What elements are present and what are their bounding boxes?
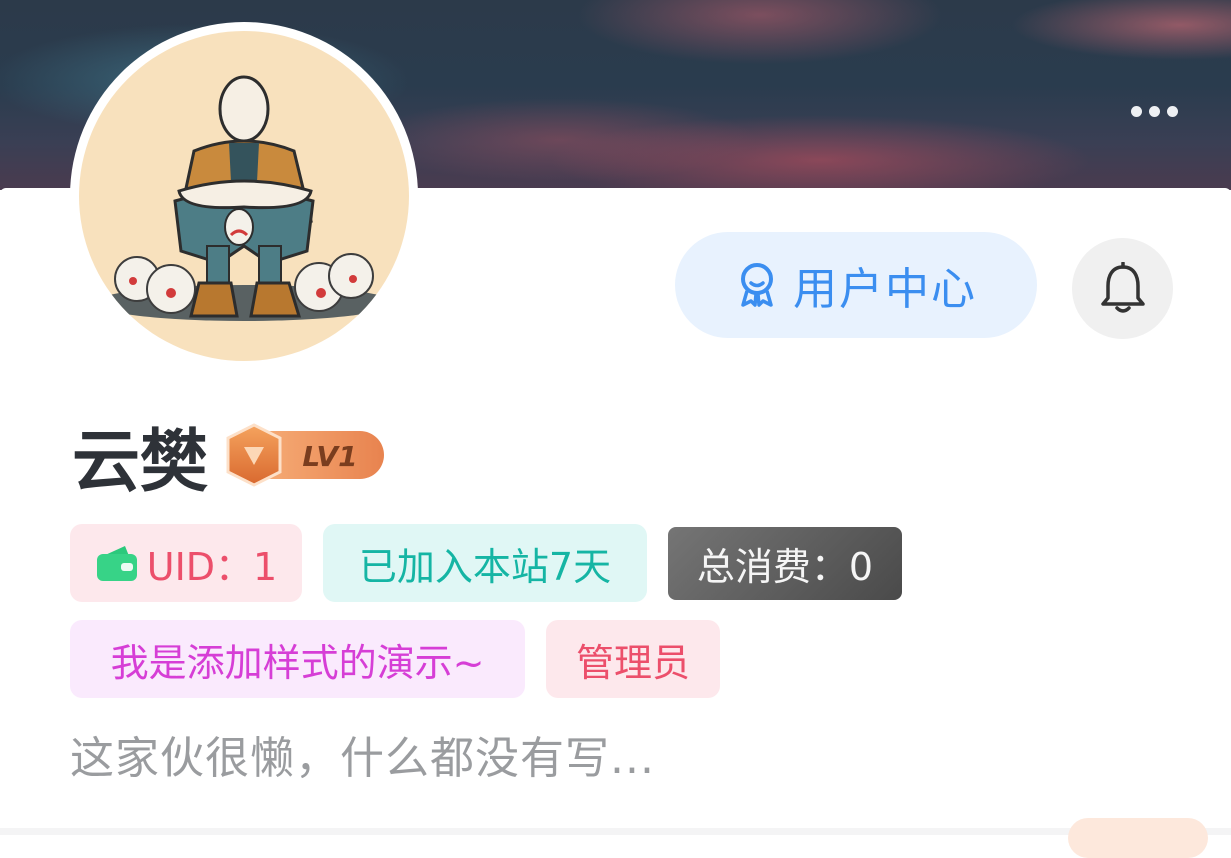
uid-text: UID：1 [146, 544, 278, 589]
avatar-illustration [79, 31, 409, 361]
level-badge: LV1 [226, 423, 385, 487]
uid-tag: UID：1 [70, 524, 302, 602]
user-center-label: 用户中心 [793, 264, 977, 315]
user-bio: 这家伙很懒，什么都没有写... [70, 733, 655, 784]
bell-icon [1100, 261, 1145, 313]
notification-button[interactable] [1072, 238, 1173, 339]
section-divider [0, 828, 1231, 835]
more-menu-button[interactable] [1118, 96, 1190, 126]
bottom-chip[interactable] [1068, 818, 1208, 858]
admin-role-tag: 管理员 [546, 620, 720, 698]
total-spend-tag: 总消费：0 [668, 527, 902, 600]
avatar[interactable] [70, 22, 418, 370]
name-row: 云樊 LV1 [72, 410, 388, 502]
badge-icon [741, 263, 773, 307]
level-badge-text: LV1 [302, 440, 357, 473]
user-name: 云樊 [72, 422, 209, 502]
custom-style-tag: 我是添加样式的演示~ [70, 620, 525, 698]
more-dots-icon [1130, 105, 1142, 117]
join-days-tag: 已加入本站7天 [323, 524, 647, 602]
wallet-icon [96, 546, 137, 581]
user-center-button[interactable]: 用户中心 [675, 232, 1037, 338]
